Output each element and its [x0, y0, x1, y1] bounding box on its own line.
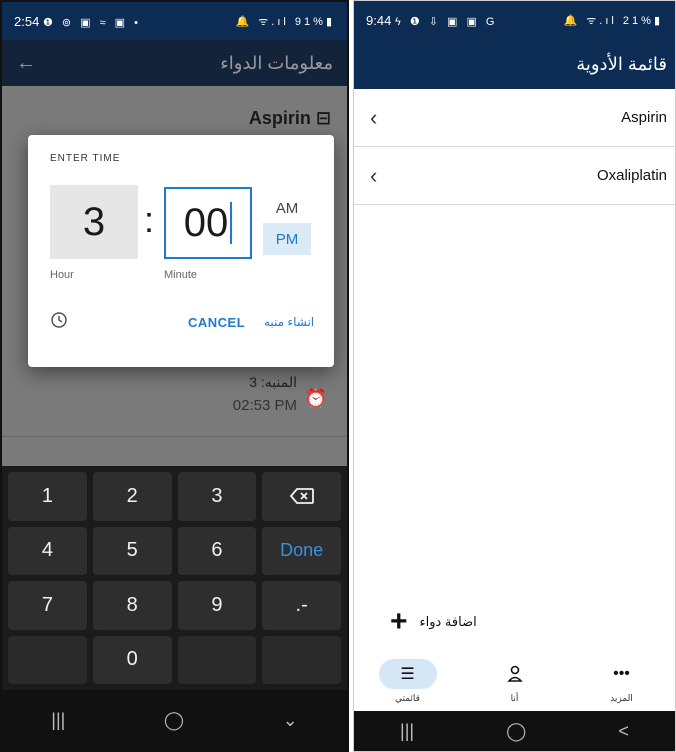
- hide-keyboard-icon[interactable]: ⌄: [283, 710, 298, 731]
- numeric-keypad: 1 2 3 4 5 6 Done 7 8 9 .- 0: [2, 466, 347, 692]
- nav-me[interactable]: أنا: [475, 659, 555, 704]
- key-0[interactable]: 0: [92, 635, 172, 684]
- list-item[interactable]: ‹ Aspirin: [354, 89, 675, 147]
- app-bar: ← معلومات الدواء: [2, 40, 347, 86]
- key-dot-minus[interactable]: .-: [262, 581, 341, 630]
- status-icons: ϟ ❶ ⇩ ▣ ▣ G: [394, 15, 498, 28]
- time-picker-dialog: ENTER TIME 3 : 00 AM PM Hour Minute CANC…: [28, 135, 334, 367]
- create-alarm-button[interactable]: انشاء منبه: [264, 315, 314, 329]
- medicine-name: Oxaliplatin: [596, 167, 667, 184]
- key-empty: [177, 635, 257, 684]
- divider: [2, 436, 347, 437]
- key-empty: [8, 635, 87, 684]
- medicine-name: Aspirin: [621, 109, 667, 126]
- nav-my-list[interactable]: ☰ قائمتي: [368, 659, 448, 704]
- minute-input[interactable]: 00: [164, 187, 252, 259]
- status-battery: 🔔 ᯤ.ıl 91%▮: [235, 15, 335, 28]
- home-icon[interactable]: ◯: [164, 710, 184, 731]
- key-5[interactable]: 5: [92, 526, 172, 575]
- key-2[interactable]: 2: [92, 472, 172, 521]
- more-dots-icon: •••: [613, 665, 630, 682]
- plus-icon: +: [390, 605, 408, 638]
- dialog-header: ENTER TIME: [50, 153, 121, 164]
- person-icon: [486, 659, 544, 689]
- alarm-icon: ⏰: [304, 388, 327, 408]
- bottom-nav: ☰ قائمتي أنا ••• المزيد: [354, 651, 675, 713]
- back-icon[interactable]: <: [618, 721, 629, 742]
- app-bar: قائمة الأدوية: [354, 39, 675, 89]
- dose-time: 02:53 PM: [232, 397, 297, 414]
- key-4[interactable]: 4: [8, 526, 87, 575]
- status-time: 2:54: [14, 13, 40, 29]
- key-6[interactable]: 6: [177, 526, 257, 575]
- status-bar: 9:44 ϟ ❶ ⇩ ▣ ▣ G 🔔 ᯤ.ıl 21%▮: [354, 1, 675, 39]
- minute-value: 00: [183, 200, 229, 245]
- left-phone-screen: 2:54 ❶ ⊚ ▣ ≈ ▣ • 🔔 ᯤ.ıl 91%▮ ← معلومات ا…: [0, 0, 349, 752]
- system-nav-bar: ||| ◯ <: [354, 711, 675, 751]
- backspace-key[interactable]: [262, 472, 341, 521]
- key-3[interactable]: 3: [177, 472, 257, 521]
- page-title: معلومات الدواء: [220, 52, 333, 73]
- dose-info: المنبه: 3 02:53 PM: [233, 374, 297, 414]
- status-bar: 2:54 ❶ ⊚ ▣ ≈ ▣ • 🔔 ᯤ.ıl 91%▮: [2, 2, 347, 40]
- list-icon: ☰: [378, 659, 437, 689]
- nav-more[interactable]: ••• المزيد: [582, 659, 662, 704]
- medicine-icon: ⊟: [315, 108, 331, 128]
- am-toggle[interactable]: AM: [263, 193, 311, 223]
- text-caret: [230, 202, 233, 244]
- home-icon[interactable]: ◯: [506, 721, 526, 742]
- recents-icon[interactable]: |||: [51, 710, 65, 731]
- key-8[interactable]: 8: [92, 581, 172, 630]
- key-1[interactable]: 1: [8, 472, 87, 521]
- add-medicine-button[interactable]: + اضافة دواء: [390, 607, 477, 637]
- status-icons: ❶ ⊚ ▣ ≈ ▣ •: [42, 16, 141, 29]
- system-nav-bar: ||| ◯ ⌄: [2, 690, 347, 750]
- done-key[interactable]: Done: [262, 526, 341, 575]
- pm-toggle[interactable]: PM: [263, 223, 311, 255]
- status-battery: 🔔 ᯤ.ıl 21%▮: [563, 14, 663, 27]
- medicine-list: ‹ Aspirin ‹ Oxaliplatin: [354, 89, 675, 205]
- recents-icon[interactable]: |||: [400, 721, 414, 742]
- nav-label: أنا: [510, 693, 519, 703]
- cancel-button[interactable]: CANCEL: [188, 315, 245, 330]
- nav-label: قائمتي: [395, 693, 420, 703]
- medicine-name: Aspirin ⊟: [248, 108, 331, 128]
- key-7[interactable]: 7: [8, 581, 87, 630]
- back-arrow-icon[interactable]: ←: [16, 52, 36, 75]
- backspace-icon: [289, 488, 314, 505]
- add-medicine-label: اضافة دواء: [419, 614, 477, 629]
- dose-label: المنبه: 3: [249, 374, 297, 390]
- right-phone-screen: 9:44 ϟ ❶ ⇩ ▣ ▣ G 🔔 ᯤ.ıl 21%▮ قائمة الأدو…: [353, 0, 676, 752]
- time-separator: :: [144, 199, 155, 240]
- minute-label: Minute: [164, 269, 198, 281]
- chevron-left-icon: ‹: [370, 104, 378, 130]
- clock-mode-icon[interactable]: [50, 311, 68, 329]
- status-time: 9:44: [366, 12, 392, 28]
- chevron-left-icon: ‹: [370, 162, 378, 188]
- page-title: قائمة الأدوية: [576, 53, 667, 74]
- key-9[interactable]: 9: [177, 581, 257, 630]
- key-empty: [262, 635, 341, 684]
- hour-label: Hour: [50, 269, 74, 281]
- nav-label: المزيد: [610, 693, 633, 703]
- list-item[interactable]: ‹ Oxaliplatin: [354, 147, 675, 205]
- hour-input[interactable]: 3: [50, 185, 138, 259]
